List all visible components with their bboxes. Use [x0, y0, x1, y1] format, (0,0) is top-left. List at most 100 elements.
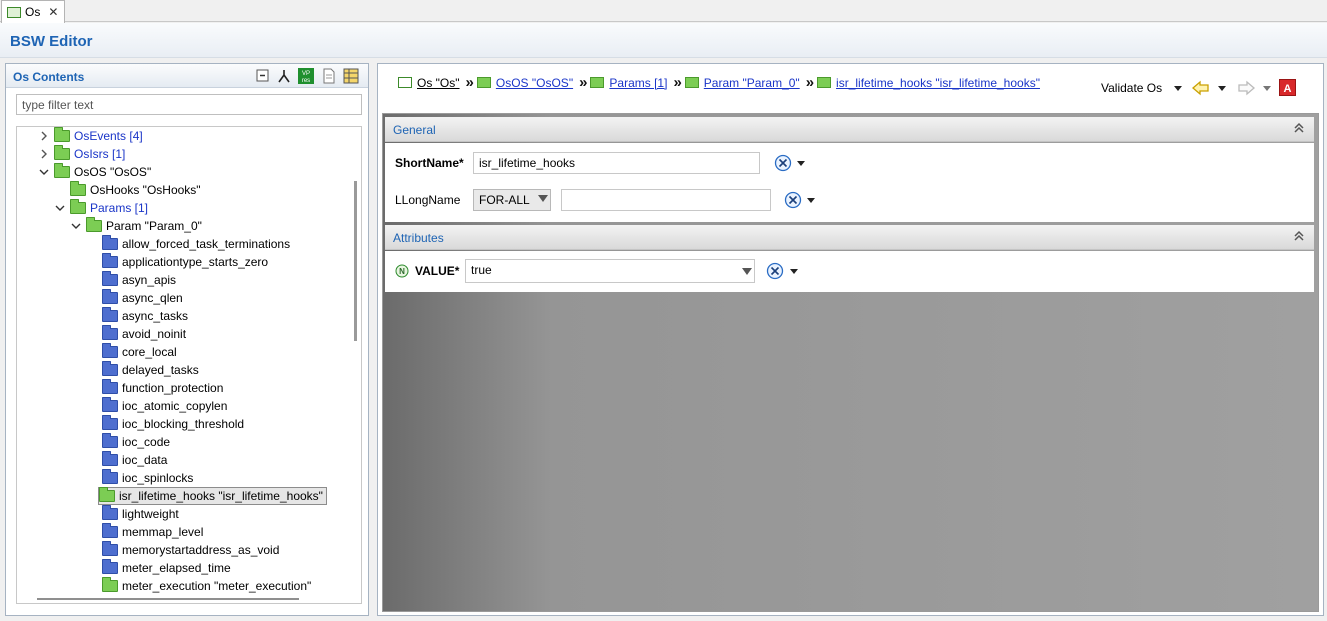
tree-item[interactable]: meter_execution "meter_execution": [86, 577, 311, 595]
tree-item[interactable]: isr_lifetime_hooks "isr_lifetime_hooks": [98, 487, 327, 505]
breadcrumb-link[interactable]: Os "Os": [417, 76, 460, 90]
tools-dropdown-icon[interactable]: [807, 198, 815, 203]
breadcrumb-link[interactable]: OsOS "OsOS": [496, 76, 573, 90]
tree-item[interactable]: ioc_atomic_copylen: [86, 397, 227, 415]
tree-item[interactable]: async_qlen: [86, 289, 183, 307]
breadcrumb-link[interactable]: isr_lifetime_hooks "isr_lifetime_hooks": [836, 76, 1040, 90]
tree-item[interactable]: OsIsrs [1]: [38, 145, 125, 163]
breadcrumb-item[interactable]: OsOS "OsOS": [476, 76, 573, 90]
tree-item-label: function_protection: [122, 381, 224, 395]
tree-item[interactable]: ioc_blocking_threshold: [86, 415, 244, 433]
editor-panel: Os "Os" » OsOS "OsOS" » Params [1] » Param "Pa…: [377, 63, 1324, 616]
tree-item-label: async_tasks: [122, 309, 189, 323]
blue-folder-icon: [102, 505, 118, 520]
language-select[interactable]: FOR-ALL: [473, 189, 551, 211]
attributes-section-body: N VALUE* true: [385, 251, 1314, 292]
breadcrumb-item[interactable]: Params [1]: [590, 76, 667, 90]
tree-item[interactable]: core_local: [86, 343, 177, 361]
tree-item[interactable]: delayed_tasks: [86, 361, 199, 379]
tools-icon[interactable]: [784, 191, 802, 209]
blue-folder-icon: [102, 289, 118, 304]
blue-folder-icon: [102, 559, 118, 574]
forward-dropdown-icon[interactable]: [1263, 86, 1271, 91]
tools-icon[interactable]: [766, 262, 784, 280]
back-dropdown-icon[interactable]: [1218, 86, 1226, 91]
value-select-value: true: [471, 263, 492, 277]
close-icon[interactable]: ✕: [48, 5, 58, 19]
chevron-right-icon[interactable]: [38, 145, 50, 163]
forward-arrow-icon[interactable]: [1237, 80, 1255, 96]
tree-item-label: Params [1]: [90, 201, 149, 215]
tools-icon[interactable]: [774, 154, 792, 172]
vp-res-icon[interactable]: VPres: [298, 68, 314, 84]
tree-item[interactable]: memmap_level: [86, 523, 203, 541]
chevron-right-icon[interactable]: [38, 127, 50, 145]
back-arrow-icon[interactable]: [1192, 80, 1210, 96]
validate-dropdown-icon[interactable]: [1174, 86, 1182, 91]
chevron-down-icon[interactable]: [70, 217, 82, 235]
collapse-section-icon[interactable]: [1294, 122, 1304, 134]
breadcrumb-item[interactable]: Param "Param_0": [684, 76, 800, 90]
tree-item-label: meter_elapsed_time: [122, 561, 231, 575]
general-section-header[interactable]: General: [385, 117, 1314, 142]
longname-field[interactable]: [561, 189, 771, 211]
editor-tab-strip: Os ✕: [0, 0, 1327, 23]
table-layout-icon[interactable]: [343, 68, 359, 84]
adobe-pdf-icon[interactable]: A: [1279, 79, 1296, 96]
breadcrumb: Os "Os" » OsOS "OsOS" » Params [1] » Param "Pa…: [398, 74, 1040, 91]
tree-item[interactable]: ioc_spinlocks: [86, 469, 193, 487]
editor-header: BSW Editor: [0, 23, 1327, 58]
tab-os[interactable]: Os ✕: [1, 0, 65, 23]
chevron-down-icon[interactable]: [54, 199, 66, 217]
tree-item[interactable]: async_tasks: [86, 307, 188, 325]
tools-dropdown-icon[interactable]: [797, 161, 805, 166]
collapse-all-icon[interactable]: [255, 68, 271, 84]
blue-folder-icon: [102, 343, 118, 358]
module-icon: [7, 6, 21, 18]
collapse-section-icon[interactable]: [1294, 230, 1304, 242]
tree-item[interactable]: OsOS "OsOS": [38, 163, 151, 181]
general-section-body: ShortName* LLongName FOR-ALL: [385, 143, 1314, 222]
longname-label: LLongName: [395, 193, 461, 207]
shortname-field[interactable]: [473, 152, 760, 174]
breadcrumb-item[interactable]: isr_lifetime_hooks "isr_lifetime_hooks": [817, 76, 1040, 90]
chevron-down-icon[interactable]: [38, 163, 50, 181]
tools-dropdown-icon[interactable]: [790, 269, 798, 274]
tree-item[interactable]: meter_elapsed_time: [86, 559, 231, 577]
tree-filter-input[interactable]: [16, 94, 362, 115]
blue-folder-icon: [102, 379, 118, 394]
validate-button[interactable]: Validate Os: [1101, 81, 1162, 95]
tree-item[interactable]: function_protection: [86, 379, 223, 397]
document-icon[interactable]: [321, 68, 337, 84]
editor-title: BSW Editor: [10, 33, 93, 50]
tree-item[interactable]: ioc_data: [86, 451, 167, 469]
breadcrumb-link[interactable]: Param "Param_0": [704, 76, 800, 90]
tree-item-label: asyn_apis: [122, 273, 177, 287]
breadcrumb-link[interactable]: Params [1]: [609, 76, 667, 90]
tree-item[interactable]: OsHooks "OsHooks": [54, 181, 201, 199]
tree-item[interactable]: Param "Param_0": [70, 217, 202, 235]
horizontal-scrollbar[interactable]: [37, 598, 299, 600]
svg-text:res: res: [302, 78, 310, 84]
attributes-section-header[interactable]: Attributes: [385, 225, 1314, 250]
vertical-scrollbar[interactable]: [354, 181, 357, 341]
tree-item-label: allow_forced_task_terminations: [122, 237, 291, 251]
tree-item[interactable]: allow_forced_task_terminations: [86, 235, 290, 253]
tree-item[interactable]: Params [1]: [54, 199, 148, 217]
tree-item[interactable]: memorystartaddress_as_void: [86, 541, 279, 559]
tree-item[interactable]: asyn_apis: [86, 271, 176, 289]
value-select[interactable]: true: [465, 259, 755, 283]
hierarchy-icon[interactable]: [276, 68, 292, 84]
tree-item[interactable]: lightweight: [86, 505, 179, 523]
blue-folder-icon: [102, 397, 118, 412]
tree-item[interactable]: ioc_code: [86, 433, 170, 451]
tree-item[interactable]: avoid_noinit: [86, 325, 186, 343]
breadcrumb-item[interactable]: Os "Os": [398, 76, 460, 90]
tree-item[interactable]: applicationtype_starts_zero: [86, 253, 268, 271]
tree-item[interactable]: OsEvents [4]: [38, 127, 143, 145]
